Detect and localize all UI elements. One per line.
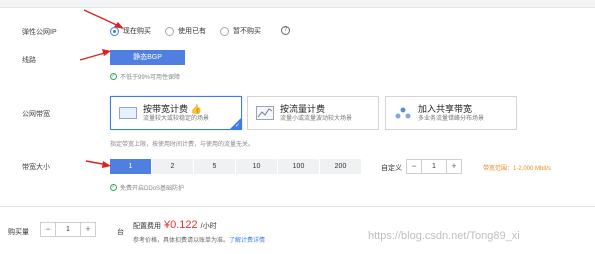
arrow-2 — [79, 49, 111, 61]
arrow-1 — [83, 9, 124, 29]
annotation-arrows — [79, 9, 124, 168]
arrow-3 — [85, 160, 111, 168]
